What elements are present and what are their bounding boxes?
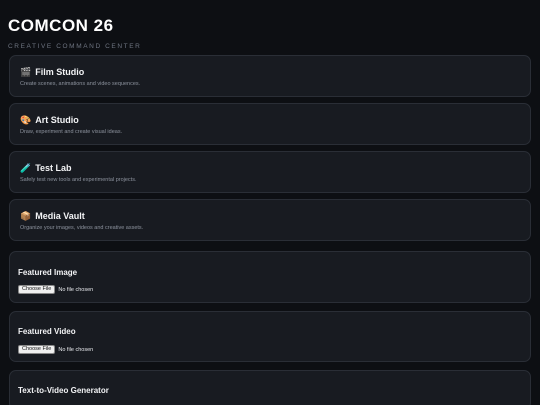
app-page: COMCON 26 CREATIVE COMMAND CENTER 🎬 Film… (0, 0, 540, 405)
film-studio-title: Film Studio (35, 67, 85, 77)
test-lab-description: Safely test new tools and experimental p… (20, 177, 137, 183)
test-lab-title-row: 🧪 Test Lab (20, 163, 72, 173)
palette-icon: 🎨 (20, 114, 32, 125)
film-studio-title-row: 🎬 Film Studio (20, 67, 84, 77)
package-icon: 📦 (20, 210, 32, 221)
featured-video-choose-file-button[interactable]: Choose File (18, 345, 56, 354)
featured-video-file-status: No file chosen (58, 346, 94, 353)
clapperboard-icon: 🎬 (20, 66, 32, 77)
featured-image-file-input: Choose File No file chosen (18, 285, 93, 294)
test-tube-icon: 🧪 (20, 162, 32, 173)
featured-image-title: Featured Image (18, 268, 78, 277)
film-studio-description: Create scenes, animations and video sequ… (20, 81, 141, 87)
text-to-video-panel: Text-to-Video Generator (9, 370, 531, 405)
featured-video-title: Featured Video (18, 327, 76, 336)
featured-image-file-status: No file chosen (58, 286, 94, 293)
text-to-video-title: Text-to-Video Generator (18, 386, 109, 395)
media-vault-description: Organize your images, videos and creativ… (20, 225, 144, 231)
art-studio-title: Art Studio (35, 115, 79, 125)
film-studio-card[interactable]: 🎬 Film Studio Create scenes, animations … (9, 55, 531, 97)
art-studio-description: Draw, experiment and create visual ideas… (20, 129, 123, 135)
media-vault-title: Media Vault (35, 211, 85, 221)
featured-video-panel: Featured Video Choose File No file chose… (9, 311, 531, 362)
featured-image-choose-file-button[interactable]: Choose File (18, 285, 56, 294)
test-lab-title: Test Lab (35, 163, 72, 173)
featured-image-panel: Featured Image Choose File No file chose… (9, 251, 531, 303)
media-vault-title-row: 📦 Media Vault (20, 211, 85, 221)
app-subtitle: CREATIVE COMMAND CENTER (8, 43, 142, 50)
featured-video-file-input: Choose File No file chosen (18, 345, 93, 354)
art-studio-card[interactable]: 🎨 Art Studio Draw, experiment and create… (9, 103, 531, 145)
art-studio-title-row: 🎨 Art Studio (20, 115, 79, 125)
app-title: COMCON 26 (8, 16, 114, 35)
media-vault-card[interactable]: 📦 Media Vault Organize your images, vide… (9, 199, 531, 241)
test-lab-card[interactable]: 🧪 Test Lab Safely test new tools and exp… (9, 151, 531, 193)
